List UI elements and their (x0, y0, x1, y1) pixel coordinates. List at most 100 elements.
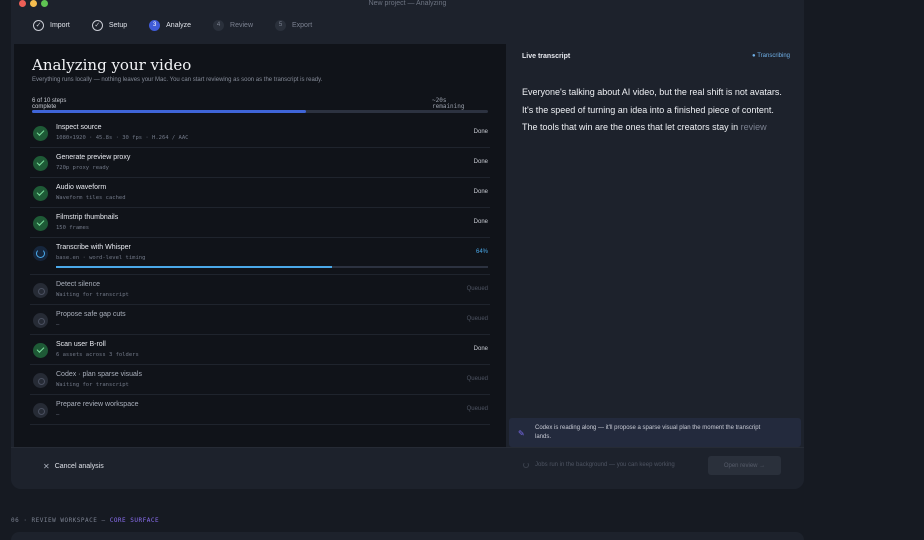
step-analyze[interactable]: 3 Analyze (149, 19, 192, 31)
step-number-badge: 5 (275, 19, 286, 31)
step-setup[interactable]: ✓ Setup (91, 19, 128, 31)
page-title: Analyzing your video (32, 56, 192, 74)
task-row: Codex · plan sparse visuals Waiting for t… (30, 365, 490, 395)
task-status: Done (473, 189, 488, 195)
queued-circle-icon (33, 313, 48, 328)
live-transcript-label: Live transcript (522, 53, 571, 60)
analysis-panel: Analyzing your video Everything runs loc… (14, 44, 506, 447)
task-status: Queued (466, 286, 488, 292)
task-row: Scan user B-roll 6 assets across 3 folder… (30, 335, 490, 365)
background-jobs-note: Jobs run in the background — you can kee… (523, 462, 675, 468)
task-title: Scan user B-roll (56, 341, 106, 348)
cancel-analysis-label: Cancel analysis (54, 463, 104, 470)
overall-progress-fill (32, 110, 306, 113)
task-detail: Waveform tiles cached (56, 195, 126, 201)
task-status: 64% (475, 249, 488, 255)
task-title: Generate preview proxy (56, 154, 131, 161)
step-label: Setup (108, 21, 128, 29)
task-row: Generate preview proxy 720p proxy ready Do… (30, 148, 490, 178)
task-detail: 720p proxy ready (56, 165, 109, 171)
title-bar: New project — Analyzing (11, 0, 804, 10)
check-circle-icon (33, 343, 48, 358)
background-jobs-text: Jobs run in the background — you can kee… (535, 462, 675, 468)
task-detail: — (56, 322, 60, 328)
spinner-icon (33, 246, 48, 261)
open-review-button[interactable]: Open review → (708, 456, 781, 475)
cancel-analysis-button[interactable]: ✕ Cancel analysis (43, 462, 104, 471)
steps-count: 6 of 10 steps complete (32, 98, 67, 110)
queued-circle-icon (33, 403, 48, 418)
task-row: Detect silence Waiting for transcript Queu… (30, 275, 490, 305)
task-title: Audio waveform (56, 184, 107, 191)
check-circle-icon (33, 186, 48, 201)
task-detail: — (56, 412, 60, 418)
check-circle-icon: ✓ (33, 19, 44, 31)
task-title: Filmstrip thumbnails (56, 214, 119, 221)
task-detail: Waiting for transcript (56, 292, 129, 298)
check-circle-icon: ✓ (91, 19, 103, 31)
footer-bar: ✕ Cancel analysis Jobs run in the backgr… (11, 447, 804, 489)
next-window-preview (11, 532, 804, 540)
transcribing-status: ● Transcribing (752, 53, 790, 59)
step-export[interactable]: 5 Export (275, 19, 313, 31)
step-label: Export (292, 21, 313, 29)
task-detail: 1080×1920 · 45.8s · 30 fps · H.264 / AAC (56, 135, 189, 141)
task-row: Inspect source 1080×1920 · 45.8s · 30 fps… (30, 118, 490, 148)
transcript-text: Everyone's talking about AI video, but t… (522, 84, 790, 137)
live-transcript-panel: Live transcript ● Transcribing Everyone'… (506, 44, 804, 447)
task-row: Transcribe with Whisper base.en · word-le… (30, 238, 490, 275)
step-number-badge: 4 (213, 19, 225, 31)
step-import[interactable]: ✓ Import (33, 19, 70, 31)
app-window: New project — Analyzing ✓ Import ✓ Setup 3 An… (11, 0, 804, 489)
check-circle-icon (33, 216, 48, 231)
task-title: Prepare review workspace (56, 401, 139, 408)
task-row: Propose safe gap cuts — Queued (30, 305, 490, 335)
wizard-stepper: ✓ Import ✓ Setup 3 Analyze 4 Review 5 Export (33, 17, 334, 33)
task-status: Queued (466, 376, 488, 382)
step-label: Import (50, 21, 70, 29)
check-circle-icon (33, 126, 48, 141)
task-detail: 6 assets across 3 folders (56, 352, 139, 358)
step-label: Review (230, 21, 253, 29)
step-review[interactable]: 4 Review (213, 19, 253, 31)
transcribing-status-label: Transcribing (757, 53, 790, 59)
task-detail: base.en · word-level timing (56, 255, 146, 261)
transcript-pending-word: review (740, 122, 767, 132)
section-caption: 06 · REVIEW WORKSPACE — CORE SURFACE (11, 517, 159, 524)
step-number-badge: 3 (149, 19, 161, 31)
task-row: Audio waveform Waveform tiles cached Done (30, 178, 490, 208)
task-title: Inspect source (56, 124, 102, 131)
task-row: Prepare review workspace — Queued (30, 395, 490, 425)
queued-circle-icon (33, 373, 48, 388)
codex-notice: ✎ Codex is reading along — it'll propose… (509, 418, 801, 447)
section-caption-prefix: 06 · REVIEW WORKSPACE — (11, 517, 110, 524)
overall-progress-bar (32, 110, 488, 113)
task-title: Detect silence (56, 281, 100, 288)
task-list: Inspect source 1080×1920 · 45.8s · 30 fps… (30, 118, 490, 425)
task-progress-fill (56, 266, 333, 268)
close-icon: ✕ (43, 462, 50, 471)
section-caption-accent: CORE SURFACE (109, 517, 160, 524)
codex-notice-text: Codex is reading along — it'll propose a… (535, 425, 761, 440)
task-status: Queued (466, 316, 488, 322)
sparkle-icon: ✎ (518, 429, 525, 438)
task-status: Done (473, 159, 488, 165)
task-detail: 150 frames (56, 225, 90, 231)
time-remaining: ~20s remaining (432, 97, 465, 110)
step-label: Analyze (166, 21, 192, 29)
pulse-dot-icon: ● (752, 53, 756, 59)
task-detail: Waiting for transcript (56, 382, 129, 388)
task-title: Transcribe with Whisper (56, 244, 131, 251)
check-circle-icon (33, 156, 48, 171)
window-title: New project — Analyzing (368, 0, 447, 7)
task-status: Queued (466, 406, 488, 412)
spinner-icon (523, 462, 529, 468)
task-title: Propose safe gap cuts (56, 311, 126, 318)
task-status: Done (473, 129, 488, 135)
task-status: Done (473, 219, 488, 225)
task-status: Done (473, 346, 488, 352)
page-subtitle: Everything runs locally — nothing leaves… (32, 77, 323, 83)
task-progress-bar (56, 266, 488, 268)
task-row: Filmstrip thumbnails 150 frames Done (30, 208, 490, 238)
queued-circle-icon (33, 283, 48, 298)
